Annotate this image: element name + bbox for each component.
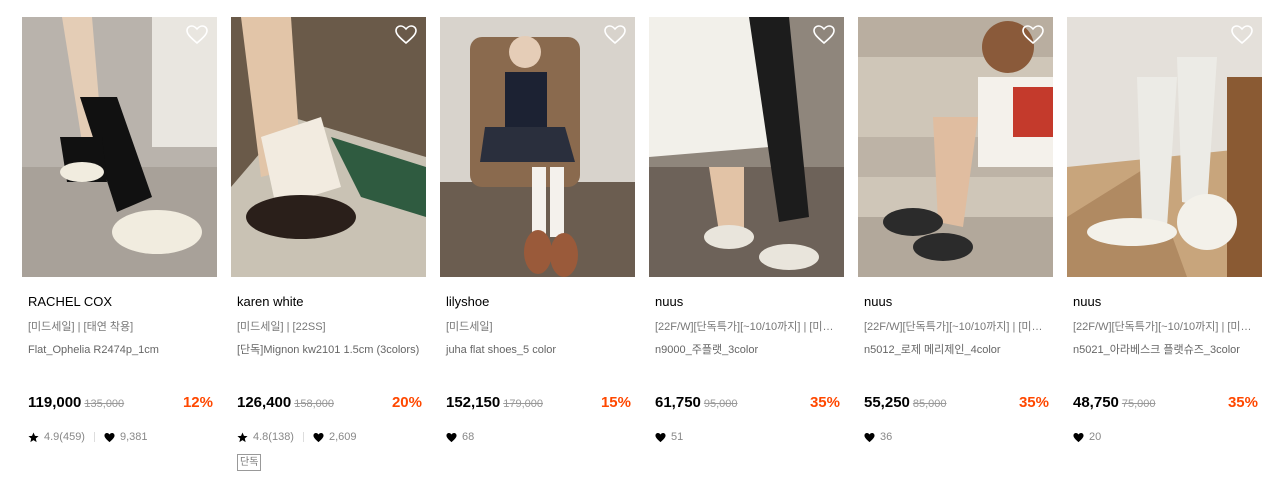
promo-tag: [22F/W][단독특가][~10/10까지] | [미드세일]	[864, 321, 1048, 333]
original-price: 75,000	[1121, 398, 1156, 410]
product-thumbnail[interactable]	[649, 17, 844, 277]
likes-count: 9,381	[119, 431, 148, 443]
product-name[interactable]: [단독]Mignon kw2101 1.5cm (3colors)	[231, 342, 421, 376]
product-card[interactable]: karen white [미드세일] | [22SS] [단독]Mignon k…	[231, 17, 427, 471]
product-meta: 36	[864, 430, 892, 444]
promo-tag: [22F/W][단독특가][~10/10까지] | [미드세일]	[655, 321, 839, 333]
product-card[interactable]: nuus [22F/W][단독특가][~10/10까지] | [미드세일] n9…	[649, 17, 845, 443]
likes-count: 68	[462, 431, 475, 443]
rating-text: 4.9(459)	[44, 431, 85, 443]
product-thumbnail[interactable]	[22, 17, 217, 277]
original-price: 179,000	[503, 398, 543, 410]
product-name[interactable]: n9000_주플랫_3color	[649, 342, 839, 376]
wishlist-heart-outline-icon[interactable]	[395, 25, 417, 45]
product-name[interactable]: Flat_Ophelia R2474p_1cm	[22, 342, 212, 376]
product-thumbnail[interactable]	[440, 17, 635, 277]
product-grid: RACHEL COX [미드세일] | [태연 착용] Flat_Ophelia…	[0, 0, 1276, 495]
original-price: 85,000	[912, 398, 947, 410]
divider	[302, 432, 304, 442]
likes-count: 20	[1089, 431, 1102, 443]
brand-name[interactable]: karen white	[231, 294, 427, 311]
discount-rate: 20%	[391, 394, 422, 411]
heart-filled-icon	[655, 432, 666, 443]
sale-price: 48,750	[1073, 394, 1119, 411]
wishlist-heart-outline-icon[interactable]	[813, 25, 835, 45]
heart-filled-icon	[446, 432, 457, 443]
product-card[interactable]: nuus [22F/W][단독특가][~10/10까지] | [미드세일] n5…	[1067, 17, 1263, 443]
star-icon	[237, 431, 248, 443]
product-name[interactable]: n5021_아라베스크 플랫슈즈_3color	[1067, 342, 1257, 376]
likes-count: 51	[671, 431, 684, 443]
wishlist-heart-outline-icon[interactable]	[1022, 25, 1044, 45]
discount-rate: 35%	[1227, 394, 1258, 411]
star-icon	[28, 431, 39, 443]
product-meta: 20	[1073, 430, 1101, 444]
promo-tag: [미드세일]	[446, 321, 493, 333]
product-name[interactable]: juha flat shoes_5 color	[440, 342, 630, 376]
product-meta: 4.8(138) 2,609	[237, 430, 357, 444]
sale-price: 119,000	[28, 394, 82, 411]
brand-name[interactable]: RACHEL COX	[22, 294, 218, 311]
product-card[interactable]: RACHEL COX [미드세일] | [태연 착용] Flat_Ophelia…	[22, 17, 218, 443]
promo-tag: [미드세일] | [22SS]	[237, 321, 326, 333]
product-card[interactable]: nuus [22F/W][단독특가][~10/10까지] | [미드세일] n5…	[858, 17, 1054, 443]
product-card[interactable]: lilyshoe [미드세일] juha flat shoes_5 color …	[440, 17, 636, 443]
divider	[93, 432, 95, 442]
wishlist-heart-outline-icon[interactable]	[186, 25, 208, 45]
product-image	[858, 17, 1053, 277]
heart-filled-icon	[864, 432, 875, 443]
promo-tag: [미드세일] | [태연 착용]	[28, 321, 134, 333]
likes-count: 36	[880, 431, 893, 443]
product-image	[1067, 17, 1262, 277]
product-image	[231, 17, 426, 277]
discount-rate: 35%	[1018, 394, 1049, 411]
product-thumbnail[interactable]	[858, 17, 1053, 277]
brand-name[interactable]: nuus	[858, 294, 1054, 311]
product-meta: 51	[655, 430, 683, 444]
brand-name[interactable]: nuus	[1067, 294, 1263, 311]
rating-text: 4.8(138)	[253, 431, 294, 443]
promo-tag: [22F/W][단독특가][~10/10까지] | [미드세일]	[1073, 321, 1257, 333]
price-row: 119,000 135,000 12%	[28, 394, 213, 414]
product-image	[22, 17, 217, 277]
wishlist-heart-outline-icon[interactable]	[604, 25, 626, 45]
brand-name[interactable]: nuus	[649, 294, 845, 311]
price-row: 48,750 75,000 35%	[1073, 394, 1258, 414]
sale-price: 55,250	[864, 394, 910, 411]
product-thumbnail[interactable]	[231, 17, 426, 277]
original-price: 158,000	[294, 398, 334, 410]
discount-rate: 15%	[600, 394, 631, 411]
product-meta: 68	[446, 430, 474, 444]
heart-filled-icon	[1073, 432, 1084, 443]
original-price: 135,000	[84, 398, 125, 410]
wishlist-heart-outline-icon[interactable]	[1231, 25, 1253, 45]
price-row: 152,150 179,000 15%	[446, 394, 631, 414]
heart-filled-icon	[313, 432, 324, 443]
exclusive-badge: 단독	[237, 454, 262, 471]
discount-rate: 35%	[809, 394, 840, 411]
sale-price: 61,750	[655, 394, 701, 411]
price-row: 61,750 95,000 35%	[655, 394, 840, 414]
product-image	[649, 17, 844, 277]
product-thumbnail[interactable]	[1067, 17, 1262, 277]
discount-rate: 12%	[182, 394, 213, 411]
brand-name[interactable]: lilyshoe	[440, 294, 636, 311]
original-price: 95,000	[703, 398, 738, 410]
heart-filled-icon	[104, 432, 115, 443]
likes-count: 2,609	[328, 431, 357, 443]
product-meta: 4.9(459) 9,381	[28, 430, 148, 444]
price-row: 55,250 85,000 35%	[864, 394, 1049, 414]
price-row: 126,400 158,000 20%	[237, 394, 422, 414]
product-image	[440, 17, 635, 277]
product-name[interactable]: n5012_로제 메리제인_4color	[858, 342, 1048, 376]
sale-price: 126,400	[237, 394, 292, 411]
sale-price: 152,150	[446, 394, 501, 411]
